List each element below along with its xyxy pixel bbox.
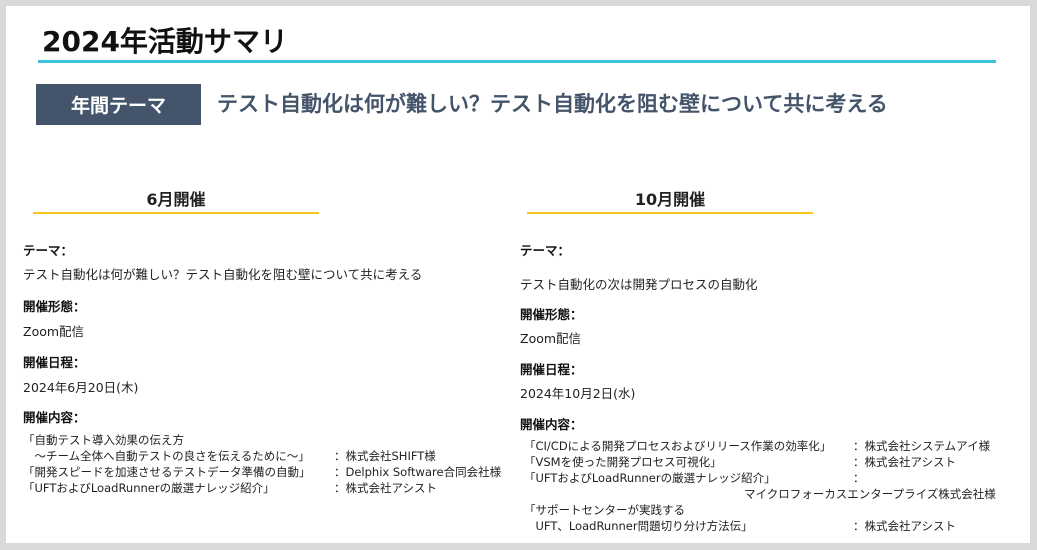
october-theme-label: テーマ： [520,243,571,258]
annual-theme-text: テスト自動化は何が難しい？テスト自動化を阻む壁について共に考える [217,92,888,116]
program-row: 「サポートセンターが実践する [524,502,1024,518]
june-format-value: Zoom配信 [23,324,85,339]
page-title: 2024年活動サマリ [42,25,288,58]
program-row: UFT、LoadRunner問題切り分け方法伝」 ：株式会社アシスト [524,518,1024,534]
program-row: 「CI/CDによる開発プロセスおよびリリース作業の効率化」 ：株式会社システムア… [524,438,1024,454]
june-program-list: 「自動テスト導入効果の伝え方 ～チーム全体へ自動テストの良さを伝えるために～」 … [23,432,523,496]
program-title: 「UFTおよびLoadRunnerの厳選ナレッジ紹介」 [524,471,776,485]
program-title: 「開発スピードを加速させるテストデータ準備の自動」 [23,465,311,479]
october-session-heading: 10月開催 [634,190,706,209]
program-title: 「UFTおよびLoadRunnerの厳選ナレッジ紹介」 [23,481,275,495]
june-theme-label: テーマ： [23,243,74,258]
june-theme-value: テスト自動化は何が難しい？テスト自動化を阻む壁について共に考える [23,267,423,282]
program-row: 「UFTおよびLoadRunnerの厳選ナレッジ紹介」 ：株式会社アシスト [23,480,523,496]
october-heading-underline [527,212,813,214]
program-row: 「VSMを使った開発プロセス可視化」 ：株式会社アシスト [524,454,1024,470]
october-date-value: 2024年10月2日(水) [520,386,636,401]
june-session-heading: 6月開催 [146,190,206,209]
program-title: 「VSMを使った開発プロセス可視化」 [524,455,722,469]
program-company: マイクロフォーカスエンタープライズ株式会社様 [744,487,996,501]
program-title: UFT、LoadRunner問題切り分け方法伝」 [524,519,753,533]
program-company: ：株式会社アシスト [853,455,957,469]
program-title: 「サポートセンターが実践する [524,503,685,517]
june-heading-underline [33,212,319,214]
october-date-label: 開催日程： [520,362,583,377]
october-format-value: Zoom配信 [520,331,582,346]
june-date-label: 開催日程： [23,355,86,370]
program-row: 「開発スピードを加速させるテストデータ準備の自動」 ：Delphix Softw… [23,464,523,480]
program-title: 「自動テスト導入効果の伝え方 [23,433,184,447]
october-content-label: 開催内容： [520,417,583,432]
program-company: ：株式会社システムアイ様 [853,439,991,453]
program-title: ～チーム全体へ自動テストの良さを伝えるために～」 [23,449,310,463]
june-content-label: 開催内容： [23,410,86,425]
annual-theme-badge: 年間テーマ [36,84,201,125]
program-row: 「UFTおよびLoadRunnerの厳選ナレッジ紹介」 ： [524,470,1024,486]
program-row: マイクロフォーカスエンタープライズ株式会社様 [524,486,1024,502]
program-title: 「CI/CDによる開発プロセスおよびリリース作業の効率化」 [524,439,832,453]
june-date-value: 2024年6月20日(木) [23,380,139,395]
october-theme-value: テスト自動化の次は開発プロセスの自動化 [520,277,758,292]
june-format-label: 開催形態： [23,299,86,314]
october-format-label: 開催形態： [520,307,583,322]
program-row: 「自動テスト導入効果の伝え方 [23,432,523,448]
program-company: ：株式会社アシスト [853,519,957,533]
october-program-list: 「CI/CDによる開発プロセスおよびリリース作業の効率化」 ：株式会社システムア… [524,438,1024,534]
program-company: ： [853,471,865,485]
slide: 2024年活動サマリ 年間テーマ テスト自動化は何が難しい？テスト自動化を阻む壁… [6,6,1030,543]
program-company: ：Delphix Software合同会社様 [334,465,502,479]
program-company: ：株式会社アシスト [334,481,438,495]
title-divider [38,60,996,63]
program-company: ：株式会社SHIFT様 [334,449,436,463]
program-row: ～チーム全体へ自動テストの良さを伝えるために～」 ：株式会社SHIFT様 [23,448,523,464]
